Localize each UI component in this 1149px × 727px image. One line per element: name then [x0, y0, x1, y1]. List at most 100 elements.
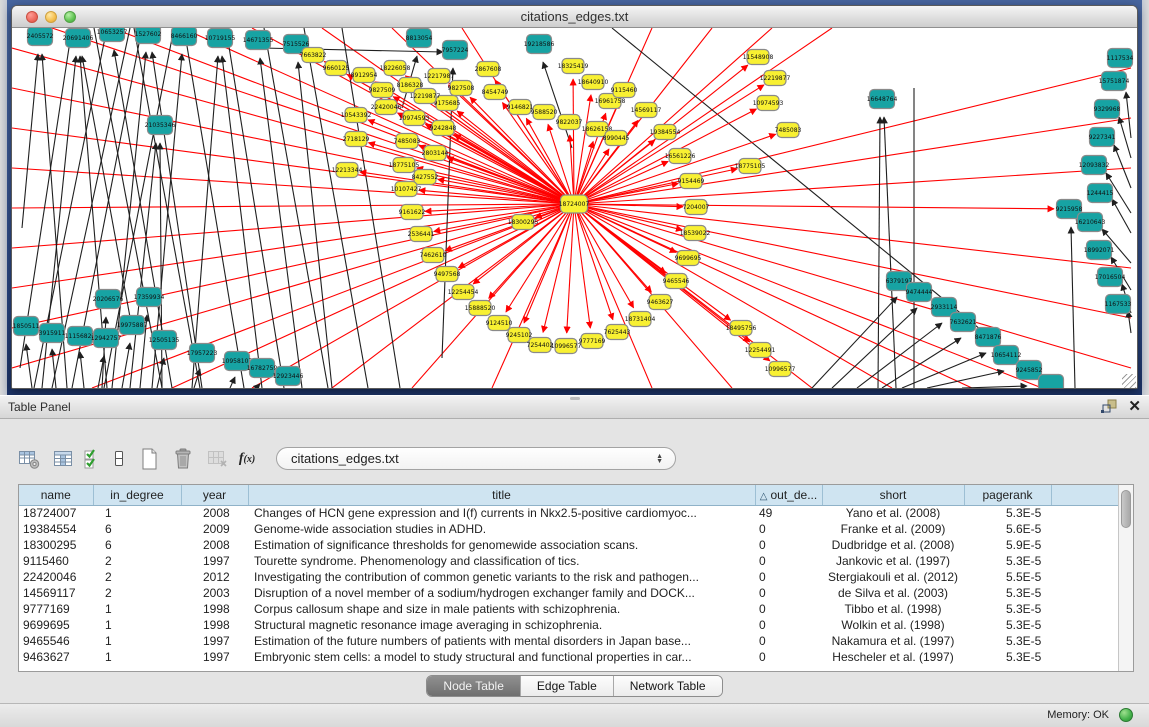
network-node-yellow[interactable]: 10974593 — [753, 96, 784, 111]
network-node-teal[interactable]: 8466160 — [171, 28, 198, 46]
network-node-yellow[interactable]: 12217987 — [424, 69, 455, 84]
network-node-yellow[interactable]: 9465546 — [663, 274, 690, 289]
network-node-yellow[interactable]: 7462610 — [420, 248, 447, 263]
network-node-yellow[interactable]: 2867608 — [475, 62, 502, 77]
network-node-teal[interactable]: 9329968 — [1094, 100, 1121, 119]
network-node-teal[interactable]: 1117534 — [1107, 49, 1134, 68]
network-node-teal[interactable]: 1244415 — [1087, 184, 1114, 203]
network-node-teal[interactable]: 7632621 — [950, 313, 977, 332]
network-node-teal[interactable]: 12505135 — [149, 331, 180, 350]
network-node-teal[interactable]: 12093832 — [1079, 156, 1110, 175]
network-graph[interactable]: 2405572206914061065325715276028466160107… — [12, 28, 1137, 389]
network-node-yellow[interactable]: 7485083 — [394, 134, 421, 149]
network-node-yellow[interactable]: 19384554 — [650, 125, 681, 140]
network-node-yellow[interactable]: 8990445 — [603, 131, 630, 146]
network-node-teal[interactable]: 16648764 — [867, 90, 898, 109]
table-row[interactable]: 1456911722003Disruption of a novel membe… — [19, 585, 1119, 601]
network-node-yellow[interactable]: 9463627 — [647, 295, 674, 310]
network-node-teal[interactable]: 20691406 — [63, 29, 94, 48]
network-node-yellow[interactable]: 7485083 — [775, 123, 802, 138]
function-builder-icon[interactable]: f(x) — [236, 447, 258, 471]
network-node-yellow[interactable]: 7254402 — [527, 338, 554, 353]
network-node-yellow[interactable]: 18539022 — [680, 226, 711, 241]
table-row[interactable]: 977716911998Corpus callosum shape and si… — [19, 601, 1119, 617]
network-node-teal[interactable]: 8471876 — [975, 328, 1002, 347]
network-node-teal[interactable]: 18992071 — [1084, 241, 1115, 260]
network-node-yellow[interactable]: 9699695 — [675, 251, 702, 266]
scrollbar-thumb[interactable] — [1121, 490, 1131, 528]
network-node-yellow[interactable]: 10996577 — [551, 339, 582, 354]
tab-edge-table[interactable]: Edge Table — [521, 676, 614, 696]
network-node-yellow[interactable]: 18495756 — [726, 321, 757, 336]
network-node-yellow[interactable]: 9242848 — [430, 121, 457, 136]
network-hub-node[interactable]: 18724007 — [559, 195, 590, 213]
window-titlebar[interactable]: citations_edges.txt — [12, 6, 1137, 28]
network-node-yellow[interactable]: 9660125 — [323, 61, 350, 76]
table-panel-header[interactable]: Table Panel ✕ — [0, 395, 1149, 419]
network-node-yellow[interactable]: 9146821 — [507, 100, 534, 115]
table-row[interactable]: 946554611997Estimation of the future num… — [19, 633, 1119, 649]
network-node-yellow[interactable]: 11548908 — [743, 50, 774, 65]
network-node-yellow[interactable]: 10107427 — [391, 182, 422, 197]
network-node-yellow[interactable]: 9777169 — [579, 334, 606, 349]
network-node-yellow[interactable]: 18775105 — [389, 158, 420, 173]
network-node-yellow[interactable]: 2536441 — [408, 227, 435, 242]
network-node-teal[interactable]: 21035346 — [145, 116, 176, 135]
network-node-teal[interactable] — [1039, 375, 1064, 390]
network-node-yellow[interactable]: 7663822 — [300, 48, 327, 63]
network-node-teal[interactable]: 8813054 — [406, 29, 433, 48]
column-header-pagerank[interactable]: pagerank — [964, 485, 1051, 505]
delete-table-icon[interactable] — [168, 447, 198, 471]
network-node-yellow[interactable]: 18300295 — [508, 215, 539, 230]
merge-cells-icon[interactable] — [108, 447, 130, 471]
network-node-teal[interactable]: 19975887 — [117, 316, 148, 335]
network-node-yellow[interactable]: 12254454 — [448, 285, 479, 300]
tab-node-table[interactable]: Node Table — [427, 676, 521, 696]
network-node-yellow[interactable]: 14569117 — [631, 103, 662, 118]
network-node-yellow[interactable]: 12213344 — [332, 163, 363, 178]
network-node-yellow[interactable]: 16561226 — [665, 149, 696, 164]
network-node-teal[interactable]: 1167533 — [1105, 295, 1132, 314]
network-node-yellow[interactable]: 8454749 — [482, 85, 509, 100]
network-node-yellow[interactable]: 18731404 — [625, 312, 656, 327]
table-row[interactable]: 2242004622012Investigating the contribut… — [19, 569, 1119, 585]
table-vertical-scrollbar[interactable] — [1118, 485, 1133, 671]
network-node-yellow[interactable]: 7625443 — [604, 325, 631, 340]
window-resize-grip[interactable] — [1122, 374, 1136, 388]
network-node-teal[interactable]: 16210643 — [1075, 213, 1106, 232]
network-node-yellow[interactable]: 9161622 — [399, 205, 426, 220]
network-node-teal[interactable]: 12923446 — [273, 367, 304, 386]
network-node-teal[interactable]: 15751874 — [1099, 72, 1130, 91]
apply-checks-icon[interactable] — [82, 447, 104, 471]
network-node-yellow[interactable]: 9827508 — [448, 81, 475, 96]
network-node-yellow[interactable]: 18640910 — [578, 75, 609, 90]
network-node-teal[interactable]: 10719155 — [205, 29, 236, 48]
network-canvas[interactable]: 2405572206914061065325715276028466160107… — [12, 28, 1137, 389]
network-node-yellow[interactable]: 2718129 — [343, 132, 370, 147]
network-node-teal[interactable]: 1850511 — [13, 317, 40, 336]
network-node-yellow[interactable]: 18325419 — [558, 59, 589, 74]
table-row[interactable]: 946362711997Embryonic stem cells: a mode… — [19, 649, 1119, 665]
network-node-yellow[interactable]: 9154469 — [678, 174, 705, 189]
table-row[interactable]: 969969511998Structural magnetic resonanc… — [19, 617, 1119, 633]
network-node-teal[interactable]: 9227341 — [1089, 128, 1116, 147]
column-header-short[interactable]: short — [822, 485, 964, 505]
network-node-yellow[interactable]: 7204007 — [683, 200, 710, 215]
network-node-yellow[interactable]: 22420046 — [371, 100, 402, 115]
network-node-yellow[interactable]: 9822037 — [556, 115, 583, 130]
network-node-teal[interactable]: 17016504 — [1095, 268, 1126, 287]
network-node-teal[interactable]: 3915911 — [39, 324, 66, 343]
panel-splitter-handle[interactable] — [570, 397, 580, 400]
network-node-yellow[interactable]: 9115460 — [611, 83, 638, 98]
table-row[interactable]: 1938455462009Genome-wide association stu… — [19, 521, 1119, 537]
network-node-yellow[interactable]: 9588520 — [531, 105, 558, 120]
column-header-title[interactable]: title — [248, 485, 755, 505]
network-node-teal[interactable]: 14671355 — [243, 31, 274, 50]
network-node-yellow[interactable]: 10543392 — [341, 108, 372, 123]
network-node-yellow[interactable]: 18775105 — [735, 159, 766, 174]
network-node-yellow[interactable]: 12254491 — [745, 343, 776, 358]
network-node-teal[interactable]: 19218586 — [524, 35, 555, 54]
network-node-teal[interactable]: 17957223 — [187, 344, 218, 363]
column-header-year[interactable]: year — [181, 485, 248, 505]
network-node-yellow[interactable]: 10996577 — [765, 362, 796, 377]
